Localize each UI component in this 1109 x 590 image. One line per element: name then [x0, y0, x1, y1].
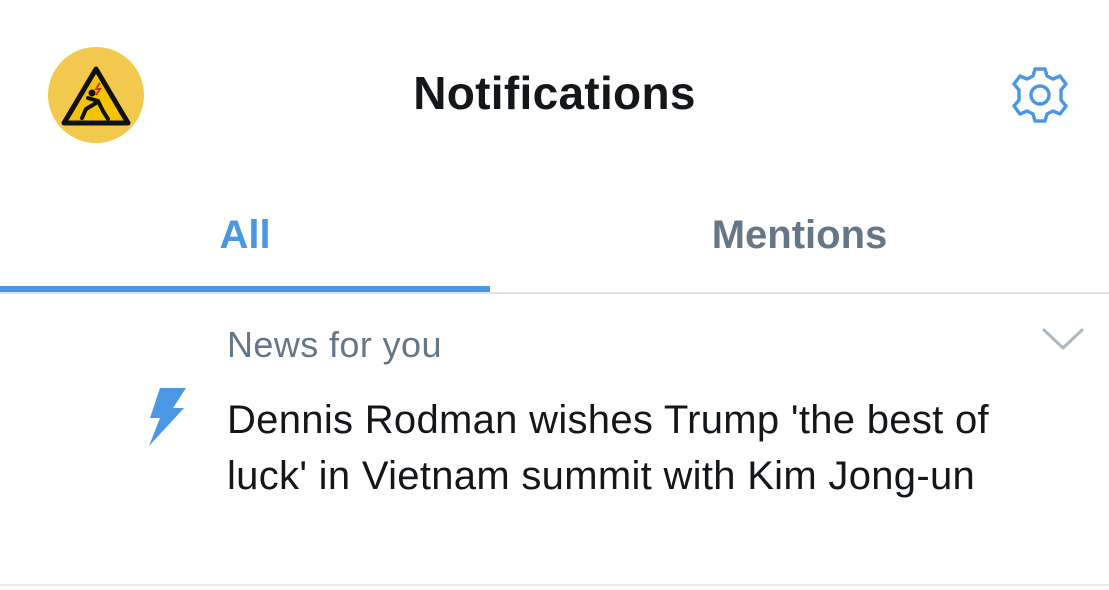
notification-item[interactable]: News for you Dennis Rodman wishes Trump … [0, 294, 1109, 584]
tab-bar: All Mentions [0, 180, 1109, 294]
lightning-bolt-icon [149, 388, 186, 446]
page-title: Notifications [413, 67, 696, 119]
divider [0, 584, 1109, 586]
chevron-down-icon[interactable] [1040, 324, 1086, 354]
settings-button[interactable] [1006, 64, 1074, 126]
notification-category: News for you [227, 324, 442, 365]
notification-headline: Dennis Rodman wishes Trump 'the best of … [227, 398, 989, 498]
header: Notifications [0, 0, 1109, 180]
tab-mentions[interactable]: Mentions [490, 180, 1109, 290]
gear-icon [1012, 67, 1068, 123]
tab-all[interactable]: All [0, 180, 490, 290]
